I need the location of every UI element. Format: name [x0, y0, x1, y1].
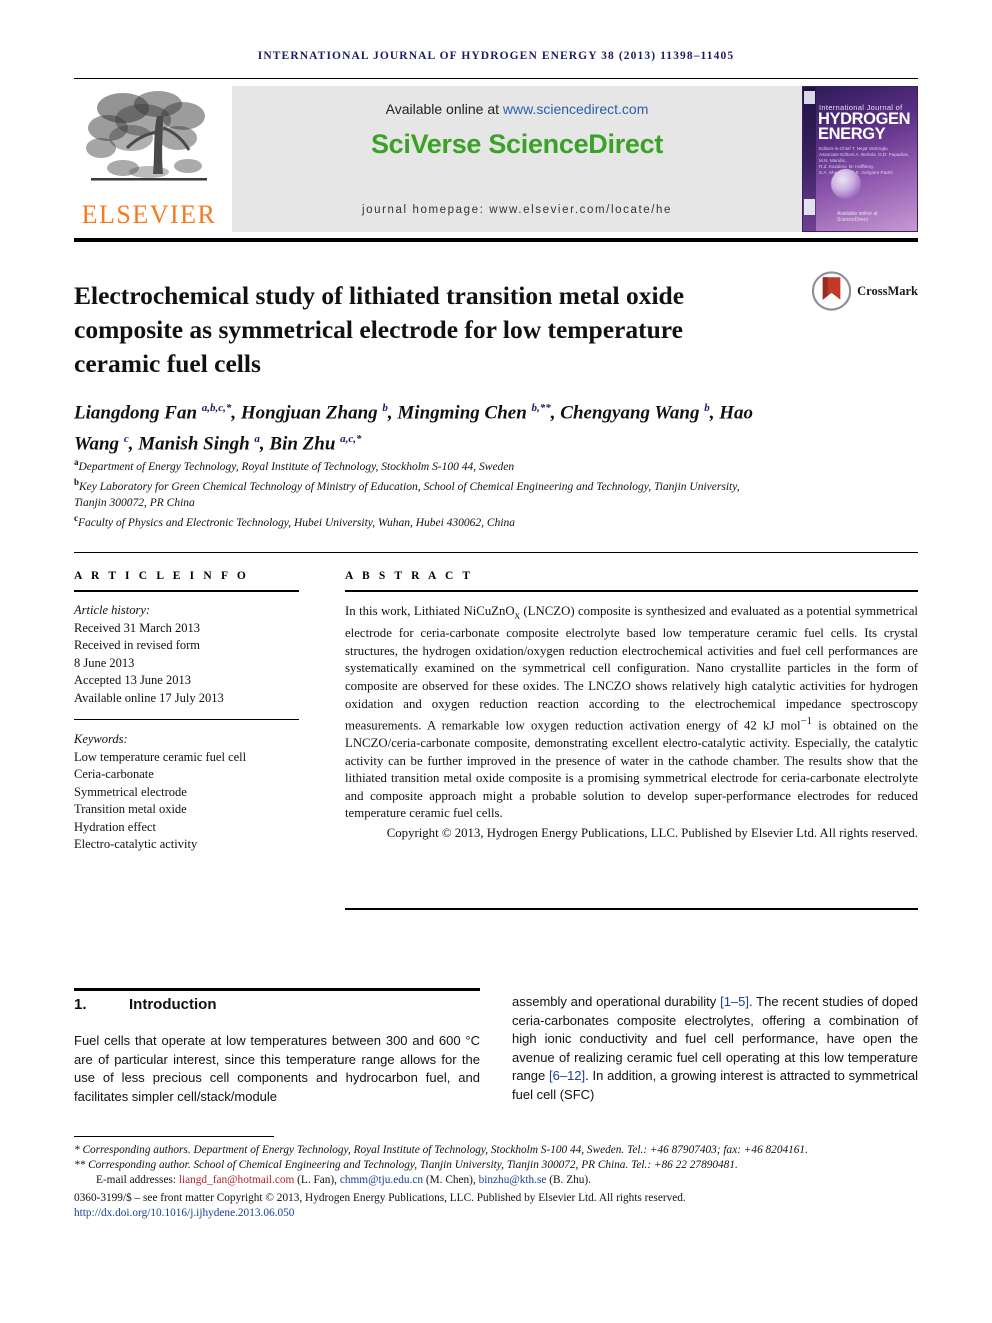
cover-title-large: HYDROGEN ENERGY	[818, 111, 917, 143]
introduction-top-rule	[74, 988, 480, 991]
abstract-copyright: Copyright © 2013, Hydrogen Energy Public…	[386, 825, 918, 840]
affiliation-item: cFaculty of Physics and Electronic Techn…	[74, 513, 516, 529]
section-heading-introduction: 1. Introduction	[74, 996, 480, 1013]
doi-link[interactable]: http://dx.doi.org/10.1016/j.ijhydene.201…	[74, 1206, 918, 1221]
info-section-top-rule	[74, 552, 918, 553]
crossmark-icon	[812, 271, 852, 311]
body-column-right: assembly and operational durability [1–5…	[512, 994, 918, 1102]
crossmark-badge[interactable]: CrossMark	[812, 268, 918, 314]
cover-footer-text: Available online at ScienceDirect	[837, 211, 878, 223]
elsevier-wordmark: ELSEVIER	[81, 200, 217, 229]
history-item: Available online 17 July 2013	[74, 690, 224, 705]
keywords-block: Keywords: Low temperature ceramic fuel c…	[74, 731, 299, 854]
abstract-rule	[345, 590, 918, 592]
corresponding-author-note-2: ** Corresponding author. School of Chemi…	[74, 1159, 738, 1172]
history-item: Received in revised form	[74, 638, 200, 652]
crossmark-label: CrossMark	[857, 283, 918, 298]
author-list: Liangdong Fan a,b,c,*, Hongjuan Zhang b,…	[74, 402, 753, 455]
available-online-line: Available online at www.sciencedirect.co…	[232, 101, 802, 117]
section-title: Introduction	[129, 996, 217, 1013]
paper-page: INTERNATIONAL JOURNAL OF HYDROGEN ENERGY…	[0, 0, 992, 1323]
abstract-column: A B S T R A C T In this work, Lithiated …	[345, 570, 918, 843]
cover-editors: Editors-in-Chief T. Nejat Veziroglu Assoc…	[819, 146, 910, 175]
affiliation-item: bKey Laboratory for Green Chemical Techn…	[74, 477, 740, 509]
elsevier-tree-icon	[86, 91, 207, 181]
abstract-bottom-rule	[345, 908, 918, 910]
section-number: 1.	[74, 996, 87, 1013]
history-item: 8 June 2013	[74, 655, 135, 670]
sciencedirect-banner: Available online at www.sciencedirect.co…	[232, 86, 802, 232]
abstract-heading: A B S T R A C T	[345, 570, 474, 582]
corresponding-author-note-1: * Corresponding authors. Department of E…	[74, 1144, 808, 1156]
abstract-text: In this work, Lithiated NiCuZnOx (LNCZO)…	[345, 604, 918, 821]
available-online-text: Available online at	[385, 101, 503, 117]
keyword-item: Transition metal oxide	[74, 802, 187, 816]
running-head: INTERNATIONAL JOURNAL OF HYDROGEN ENERGY…	[257, 50, 735, 62]
article-info-heading: A R T I C L E I N F O	[74, 570, 249, 582]
affiliation-list: aDepartment of Energy Technology, Royal …	[74, 455, 774, 531]
body-column-left: Fuel cells that operate at low temperatu…	[74, 1033, 480, 1104]
sciencedirect-link[interactable]: www.sciencedirect.com	[503, 101, 649, 117]
email-addresses-line: E-mail addresses: liangd_fan@hotmail.com…	[96, 1174, 591, 1187]
history-item: Accepted 13 June 2013	[74, 673, 191, 687]
masthead: ELSEVIER Available online at www.science…	[74, 86, 918, 232]
cover-spine-mark-bottom	[804, 199, 815, 215]
article-history-label: Article history:	[74, 603, 151, 617]
sciverse-sciencedirect-logo: SciVerse ScienceDirect	[370, 129, 664, 159]
keyword-item: Hydration effect	[74, 819, 157, 834]
keyword-item: Electro-catalytic activity	[74, 837, 198, 851]
page-title: Electrochemical study of lithiated trans…	[74, 281, 685, 379]
footnote-rule	[74, 1136, 274, 1137]
history-item: Received 31 March 2013	[74, 620, 201, 635]
keyword-item: Ceria-carbonate	[74, 767, 154, 781]
masthead-bottom-rule	[74, 238, 918, 242]
footnote-block: * Corresponding authors. Department of E…	[74, 1143, 918, 1221]
article-info-column: A R T I C L E I N F O Article history: R…	[74, 570, 299, 854]
journal-homepage-line: journal homepage: www.elsevier.com/locat…	[361, 204, 673, 216]
article-info-rule	[74, 590, 299, 592]
top-rule	[74, 78, 918, 79]
cover-orb-graphic	[831, 169, 861, 199]
keyword-item: Symmetrical electrode	[74, 784, 187, 799]
elsevier-logo: ELSEVIER	[74, 86, 224, 232]
keywords-label: Keywords:	[74, 732, 128, 746]
affiliation-item: aDepartment of Energy Technology, Royal …	[74, 457, 515, 473]
cover-word-energy: ENERGY	[818, 125, 886, 143]
issn-copyright-line: 0360-3199/$ – see front matter Copyright…	[74, 1191, 686, 1204]
article-history: Article history: Received 31 March 2013 …	[74, 602, 299, 707]
keywords-divider	[74, 719, 299, 720]
cover-spine-mark-top	[804, 91, 815, 104]
journal-cover-thumbnail[interactable]: International Journal of HYDROGEN ENERGY …	[802, 86, 918, 232]
keyword-item: Low temperature ceramic fuel cell	[74, 749, 247, 764]
